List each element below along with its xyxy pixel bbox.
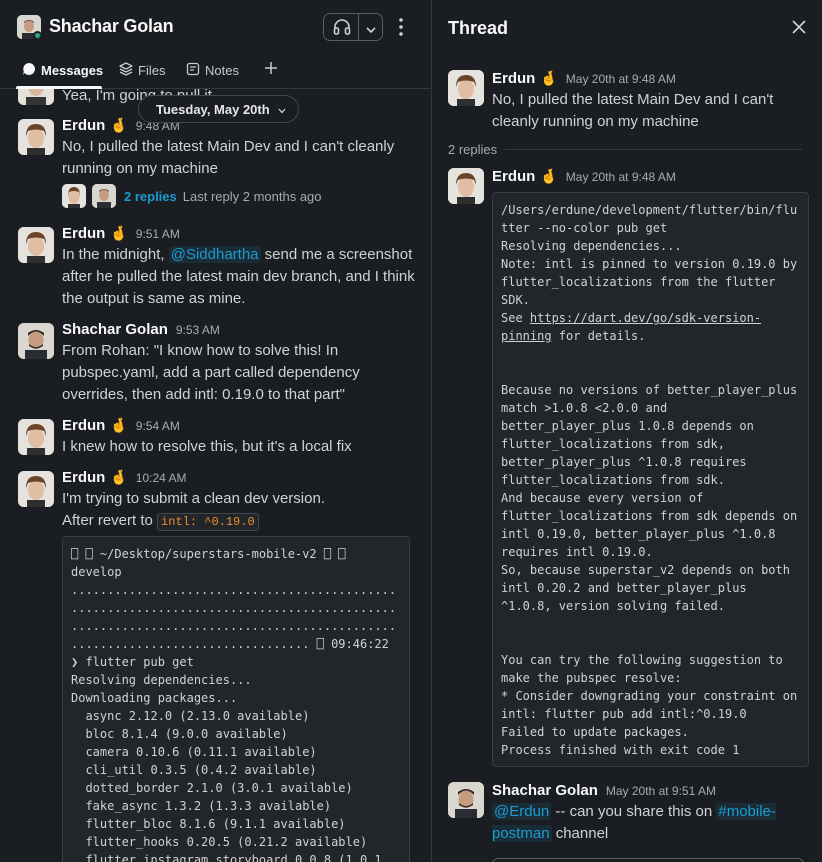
notes-icon — [186, 62, 200, 79]
inline-code: intl: ^0.19.0 — [157, 513, 259, 531]
fingers-crossed-icon: 🤞 — [110, 225, 128, 241]
message-timestamp[interactable]: May 20th at 9:48 AM — [566, 170, 676, 184]
message-timestamp[interactable]: 9:51 AM — [136, 227, 180, 241]
fingers-crossed-icon: 🤞 — [110, 417, 128, 433]
message-author[interactable]: Erdun 🤞 — [62, 117, 128, 134]
add-tab-icon[interactable] — [263, 60, 279, 81]
message-text: No, I pulled the latest Main Dev and I c… — [62, 138, 395, 177]
avatar[interactable] — [17, 15, 41, 39]
date-divider[interactable]: Tuesday, May 20th — [138, 95, 299, 123]
huddle-button[interactable] — [323, 13, 383, 41]
fingers-crossed-icon: 🤞 — [540, 168, 558, 184]
message-author[interactable]: Erdun 🤞 — [62, 417, 128, 434]
fingers-crossed-icon: 🤞 — [110, 117, 128, 133]
message-text: In the midnight, @Siddhartha send me a s… — [62, 246, 415, 307]
tab-files[interactable]: Files — [119, 61, 165, 79]
reply-composer[interactable] — [492, 858, 804, 862]
message-author[interactable]: Erdun 🤞 — [492, 70, 558, 87]
online-status-icon — [33, 31, 41, 39]
message-bubble-icon — [22, 62, 36, 79]
user-mention[interactable]: @Erdun — [492, 803, 552, 820]
thread-replies-bar[interactable]: 2 replies Last reply 2 months ago — [62, 184, 322, 208]
message-text: I knew how to resolve this, but it's a l… — [62, 438, 352, 455]
avatar[interactable] — [18, 227, 54, 263]
channel-title[interactable]: Shachar Golan — [49, 16, 174, 37]
tab-messages[interactable]: Messages — [22, 62, 103, 78]
reply-count-link[interactable]: 2 replies — [124, 189, 177, 204]
channel-tabs: Messages Files Notes — [0, 56, 430, 89]
message-timestamp[interactable]: May 20th at 9:51 AM — [606, 784, 716, 798]
last-reply-text: Last reply 2 months ago — [182, 188, 322, 204]
message-author[interactable]: Erdun 🤞 — [62, 469, 128, 486]
message-timestamp[interactable]: 9:53 AM — [176, 323, 220, 337]
avatar — [92, 184, 116, 208]
thread-title: Thread — [448, 18, 509, 38]
layers-icon — [119, 61, 133, 79]
more-options-icon[interactable] — [398, 17, 404, 42]
message-timestamp[interactable]: 10:24 AM — [136, 471, 187, 485]
message-author[interactable]: Shachar Golan — [62, 321, 168, 338]
avatar[interactable] — [448, 782, 484, 818]
code-block: ⎕ ⎕ ~/Desktop/superstars-mobile-v2 ⎕ ⎕ d… — [62, 536, 410, 862]
code-block: /Users/erdune/development/flutter/bin/fl… — [492, 192, 809, 767]
close-icon[interactable] — [791, 19, 807, 40]
channel-pane: Yea, I'm going to pull it Shachar Golan … — [0, 0, 430, 862]
avatar[interactable] — [18, 419, 54, 455]
replies-divider: 2 replies — [448, 142, 802, 157]
headphones-icon — [333, 19, 351, 40]
user-mention[interactable]: @Siddhartha — [168, 246, 261, 263]
message-timestamp[interactable]: May 20th at 9:48 AM — [566, 72, 676, 86]
message-text: From Rohan: "I know how to solve this! I… — [62, 342, 360, 403]
message-author[interactable]: Shachar Golan — [492, 782, 598, 799]
message-timestamp[interactable]: 9:54 AM — [136, 419, 180, 433]
message-author[interactable]: Erdun 🤞 — [62, 225, 128, 242]
fingers-crossed-icon: 🤞 — [540, 70, 558, 86]
active-tab-indicator — [16, 86, 102, 89]
chevron-down-icon — [278, 102, 286, 117]
thread-pane: Thread Erdun 🤞 May 20th at 9:48 AM No, I … — [431, 0, 822, 862]
avatar[interactable] — [448, 168, 484, 204]
avatar — [62, 184, 86, 208]
avatar[interactable] — [18, 119, 54, 155]
message-text: @Erdun -- can you share this on #mobile-… — [492, 803, 776, 842]
message-text: No, I pulled the latest Main Dev and I c… — [492, 91, 774, 130]
tab-notes[interactable]: Notes — [186, 62, 239, 78]
fingers-crossed-icon: 🤞 — [110, 469, 128, 485]
message-author[interactable]: Erdun 🤞 — [492, 168, 558, 185]
avatar[interactable] — [448, 70, 484, 106]
avatar[interactable] — [18, 323, 54, 359]
channel-header: Shachar Golan Messages Files Notes — [0, 0, 430, 89]
avatar[interactable] — [18, 471, 54, 507]
chevron-down-icon[interactable] — [365, 22, 377, 40]
message-text: I'm trying to submit a clean dev version… — [62, 490, 325, 531]
